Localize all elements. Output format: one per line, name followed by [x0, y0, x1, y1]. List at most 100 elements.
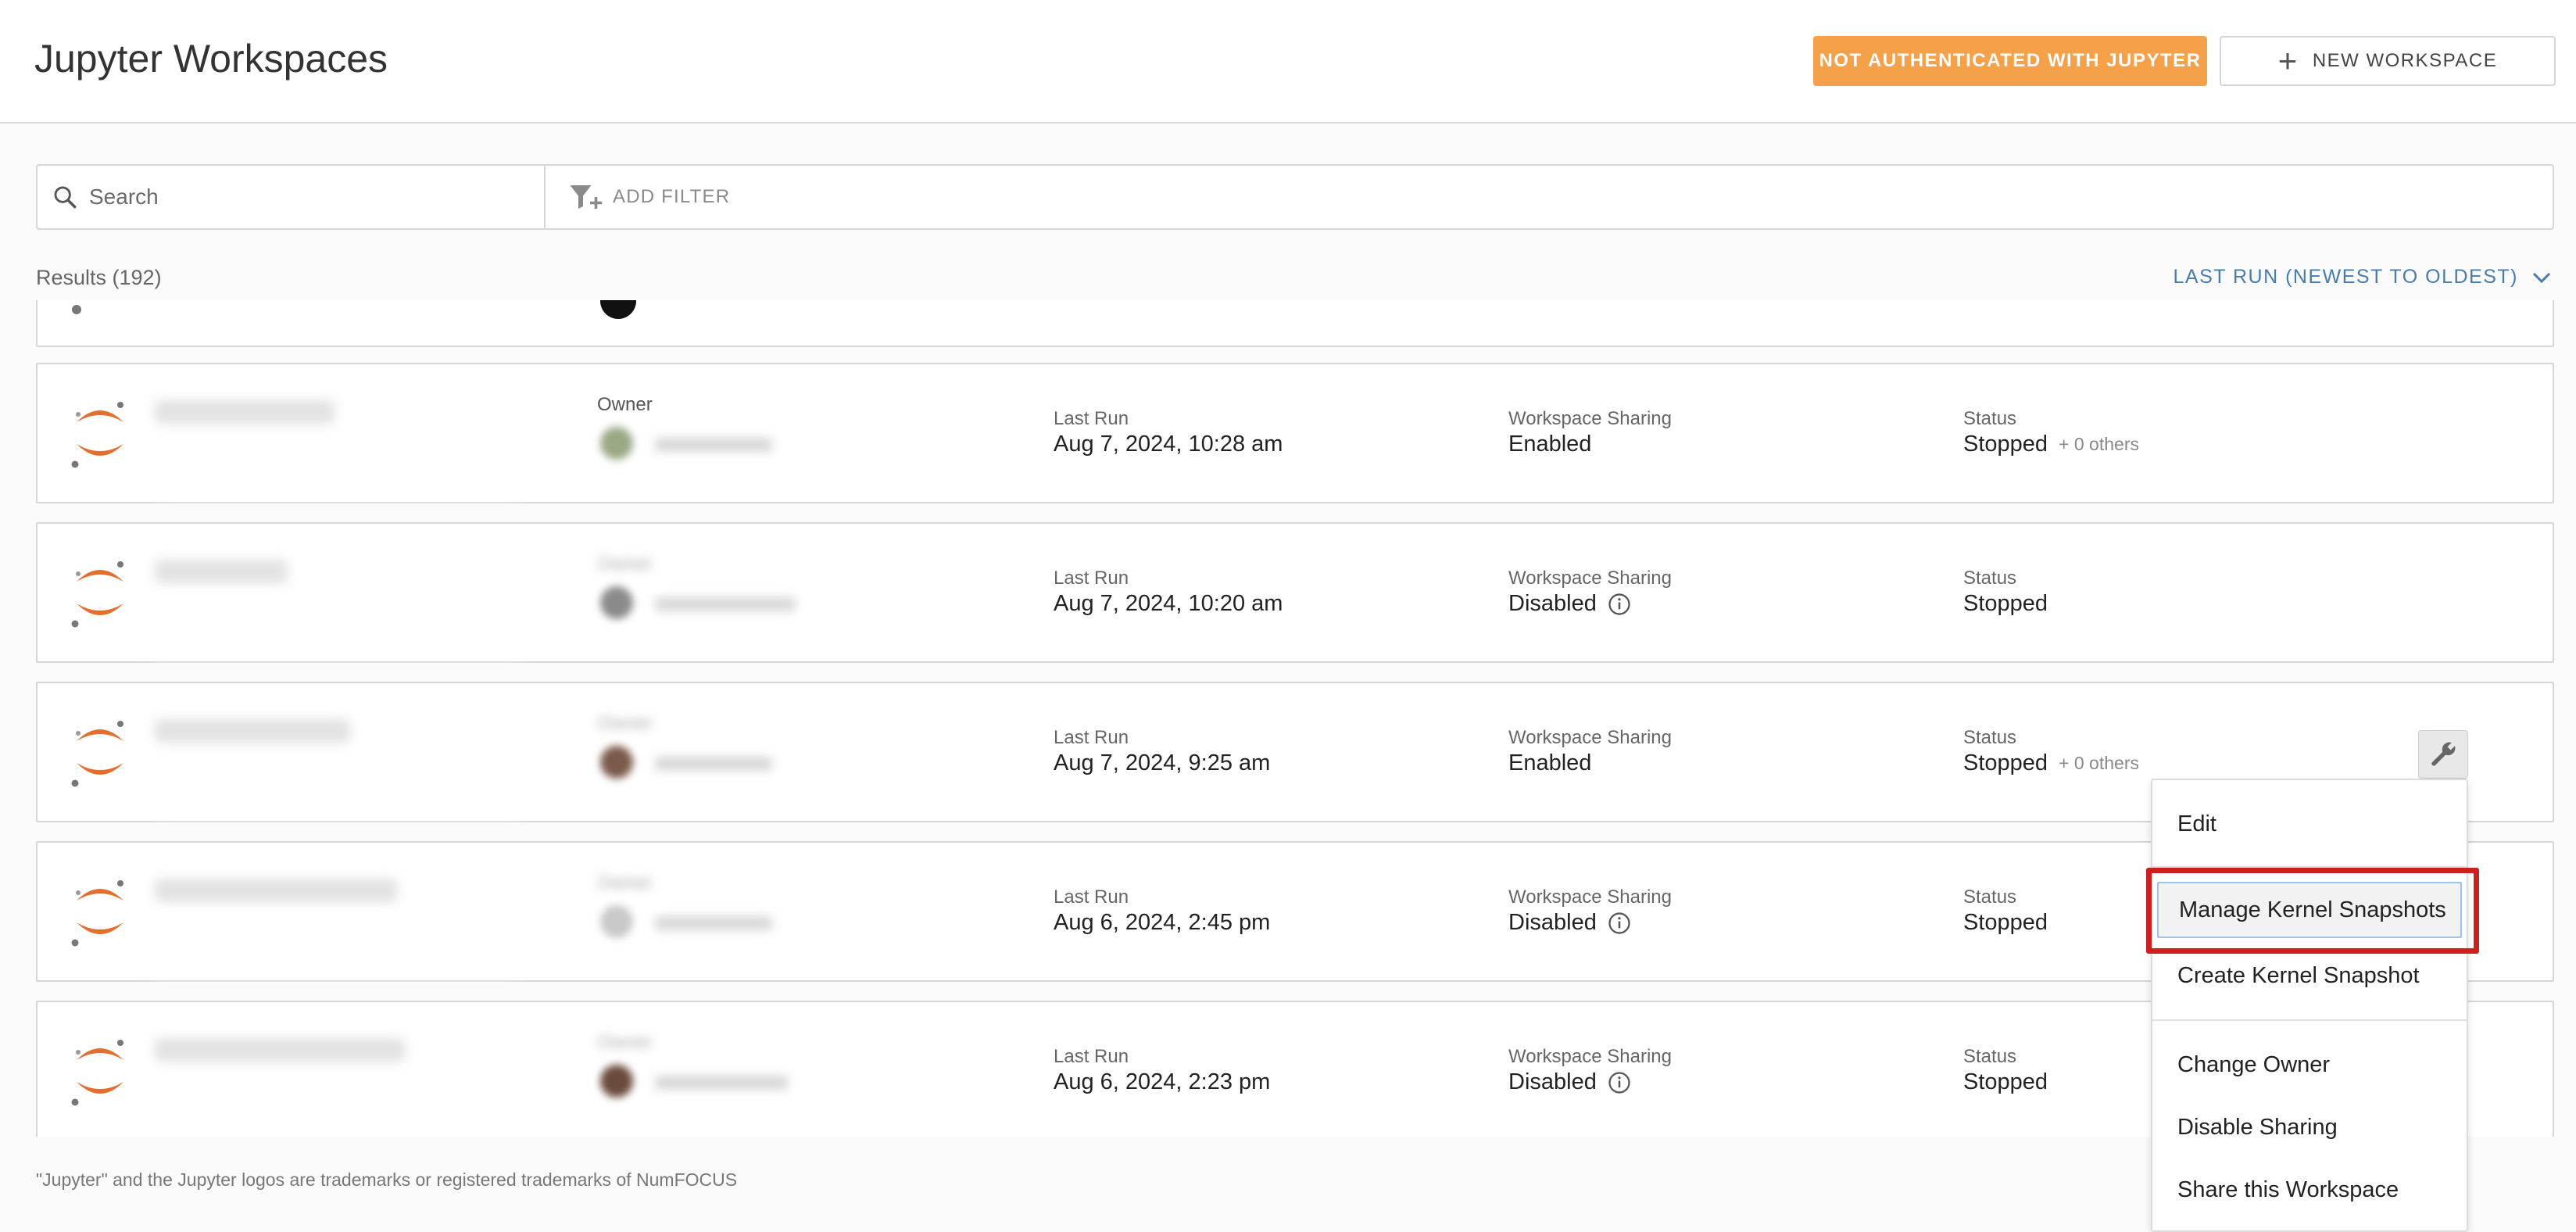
sharing-label: Workspace Sharing	[1508, 1046, 1672, 1067]
sharing-label: Workspace Sharing	[1508, 408, 1672, 429]
sharing-label: Workspace Sharing	[1508, 568, 1672, 589]
plus-icon: +	[2277, 42, 2299, 79]
search-filter-bar: ADD FILTER	[36, 164, 2554, 230]
chevron-down-icon	[2532, 272, 2551, 283]
new-workspace-label: NEW WORKSPACE	[2312, 50, 2498, 71]
workspace-row[interactable]: Owner Last Run Aug 7, 2024, 10:20 am Wor…	[36, 522, 2554, 664]
owner-name	[655, 757, 772, 771]
avatar	[600, 746, 633, 779]
status-text: Stopped	[1963, 432, 2048, 457]
sharing-label: Workspace Sharing	[1508, 886, 1672, 908]
add-filter-label: ADD FILTER	[613, 186, 731, 207]
workspace-row-partial[interactable]	[36, 300, 2554, 347]
search-input[interactable]	[89, 184, 511, 210]
avatar	[600, 586, 633, 619]
owner-name	[655, 1076, 788, 1090]
search-icon	[54, 186, 77, 209]
sharing-value: Disabled	[1508, 910, 1631, 936]
status-value: Stopped	[1963, 591, 2048, 616]
last-run-label: Last Run	[1054, 1046, 1129, 1067]
avatar	[600, 427, 633, 460]
jupyter-logo-icon	[71, 1040, 123, 1106]
sharing-value: Enabled	[1508, 432, 1592, 457]
status-value: Stopped + 0 others	[1963, 750, 2139, 776]
workspace-name[interactable]	[155, 719, 350, 743]
owner-name	[655, 597, 796, 611]
menu-item-manage-kernel-snapshots[interactable]: Manage Kernel Snapshots	[2157, 882, 2462, 938]
logo-dot	[72, 305, 81, 314]
status-value: Stopped	[1963, 910, 2048, 935]
new-workspace-button[interactable]: + NEW WORKSPACE	[2220, 36, 2556, 86]
status-value: Stopped	[1963, 1069, 2048, 1094]
workspace-actions-menu: Edit Manage Kernel Snapshots Create Kern…	[2151, 779, 2468, 1232]
last-run-value: Aug 7, 2024, 10:20 am	[1054, 591, 1283, 616]
avatar	[600, 905, 633, 938]
sharing-value: Disabled	[1508, 591, 1631, 617]
last-run-value: Aug 7, 2024, 10:28 am	[1054, 432, 1283, 457]
last-run-label: Last Run	[1054, 408, 1129, 429]
workspace-name[interactable]	[155, 400, 335, 424]
status-label: Status	[1963, 408, 2017, 429]
jupyter-auth-button[interactable]: NOT AUTHENTICATED WITH JUPYTER	[1813, 36, 2207, 86]
avatar	[600, 1065, 633, 1098]
menu-item-create-kernel-snapshot[interactable]: Create Kernel Snapshot	[2152, 947, 2467, 1004]
sharing-text: Disabled	[1508, 591, 1597, 616]
sharing-text: Disabled	[1508, 1069, 1597, 1094]
last-run-label: Last Run	[1054, 727, 1129, 748]
shared-others: + 0 others	[2059, 753, 2139, 773]
redacted-area	[150, 694, 522, 824]
info-icon[interactable]	[1608, 911, 1631, 935]
last-run-label: Last Run	[1054, 886, 1129, 908]
jupyter-logo-icon	[71, 880, 123, 947]
menu-divider	[2152, 1019, 2467, 1021]
workspace-name[interactable]	[155, 560, 288, 583]
results-count: Results (192)	[36, 266, 162, 289]
workspace-name[interactable]	[155, 1038, 405, 1062]
page-header: Jupyter Workspaces NOT AUTHENTICATED WIT…	[0, 0, 2576, 124]
info-icon[interactable]	[1608, 593, 1631, 616]
menu-item-disable-sharing[interactable]: Disable Sharing	[2152, 1099, 2467, 1155]
status-value: Stopped + 0 others	[1963, 432, 2139, 457]
search-box	[38, 166, 546, 228]
sort-dropdown[interactable]: LAST RUN (NEWEST TO OLDEST)	[2173, 266, 2551, 288]
sharing-value: Enabled	[1508, 750, 1592, 775]
last-run-label: Last Run	[1054, 568, 1129, 589]
last-run-value: Aug 7, 2024, 9:25 am	[1054, 750, 1271, 775]
owner-label: Owner	[597, 394, 653, 415]
page-title: Jupyter Workspaces	[34, 37, 388, 81]
trademark-footer: "Jupyter" and the Jupyter logos are trad…	[36, 1169, 738, 1190]
wrench-icon	[2431, 742, 2456, 766]
owner-name	[655, 438, 772, 452]
last-run-value: Aug 6, 2024, 2:23 pm	[1054, 1069, 1271, 1094]
owner-label: Owner	[597, 713, 653, 734]
workspace-row[interactable]: Owner Last Run Aug 7, 2024, 10:28 am Wor…	[36, 363, 2554, 505]
filter-add-icon	[570, 185, 602, 209]
jupyter-logo-icon	[71, 561, 123, 628]
redacted-area	[150, 535, 522, 664]
sharing-text: Disabled	[1508, 910, 1597, 935]
workspace-actions-button[interactable]	[2418, 730, 2468, 779]
jupyter-logo-icon	[71, 402, 123, 468]
menu-item-share-workspace[interactable]: Share this Workspace	[2152, 1162, 2467, 1218]
redacted-area	[150, 1013, 522, 1137]
sharing-value: Disabled	[1508, 1069, 1631, 1095]
menu-item-edit[interactable]: Edit	[2152, 796, 2467, 852]
info-icon[interactable]	[1608, 1071, 1631, 1094]
owner-label: Owner	[597, 553, 653, 575]
menu-item-change-owner[interactable]: Change Owner	[2152, 1037, 2467, 1093]
sharing-label: Workspace Sharing	[1508, 727, 1672, 748]
status-label: Status	[1963, 1046, 2017, 1067]
redacted-area	[150, 375, 522, 505]
last-run-value: Aug 6, 2024, 2:45 pm	[1054, 910, 1271, 935]
owner-name	[655, 916, 772, 930]
menu-divider	[2152, 866, 2467, 868]
status-label: Status	[1963, 568, 2017, 589]
shared-others: + 0 others	[2059, 434, 2139, 454]
owner-label: Owner	[597, 1032, 653, 1053]
status-label: Status	[1963, 886, 2017, 908]
add-filter-button[interactable]: ADD FILTER	[569, 166, 730, 228]
avatar	[600, 300, 636, 319]
workspace-name[interactable]	[155, 879, 397, 902]
status-label: Status	[1963, 727, 2017, 748]
jupyter-logo-icon	[71, 721, 123, 787]
